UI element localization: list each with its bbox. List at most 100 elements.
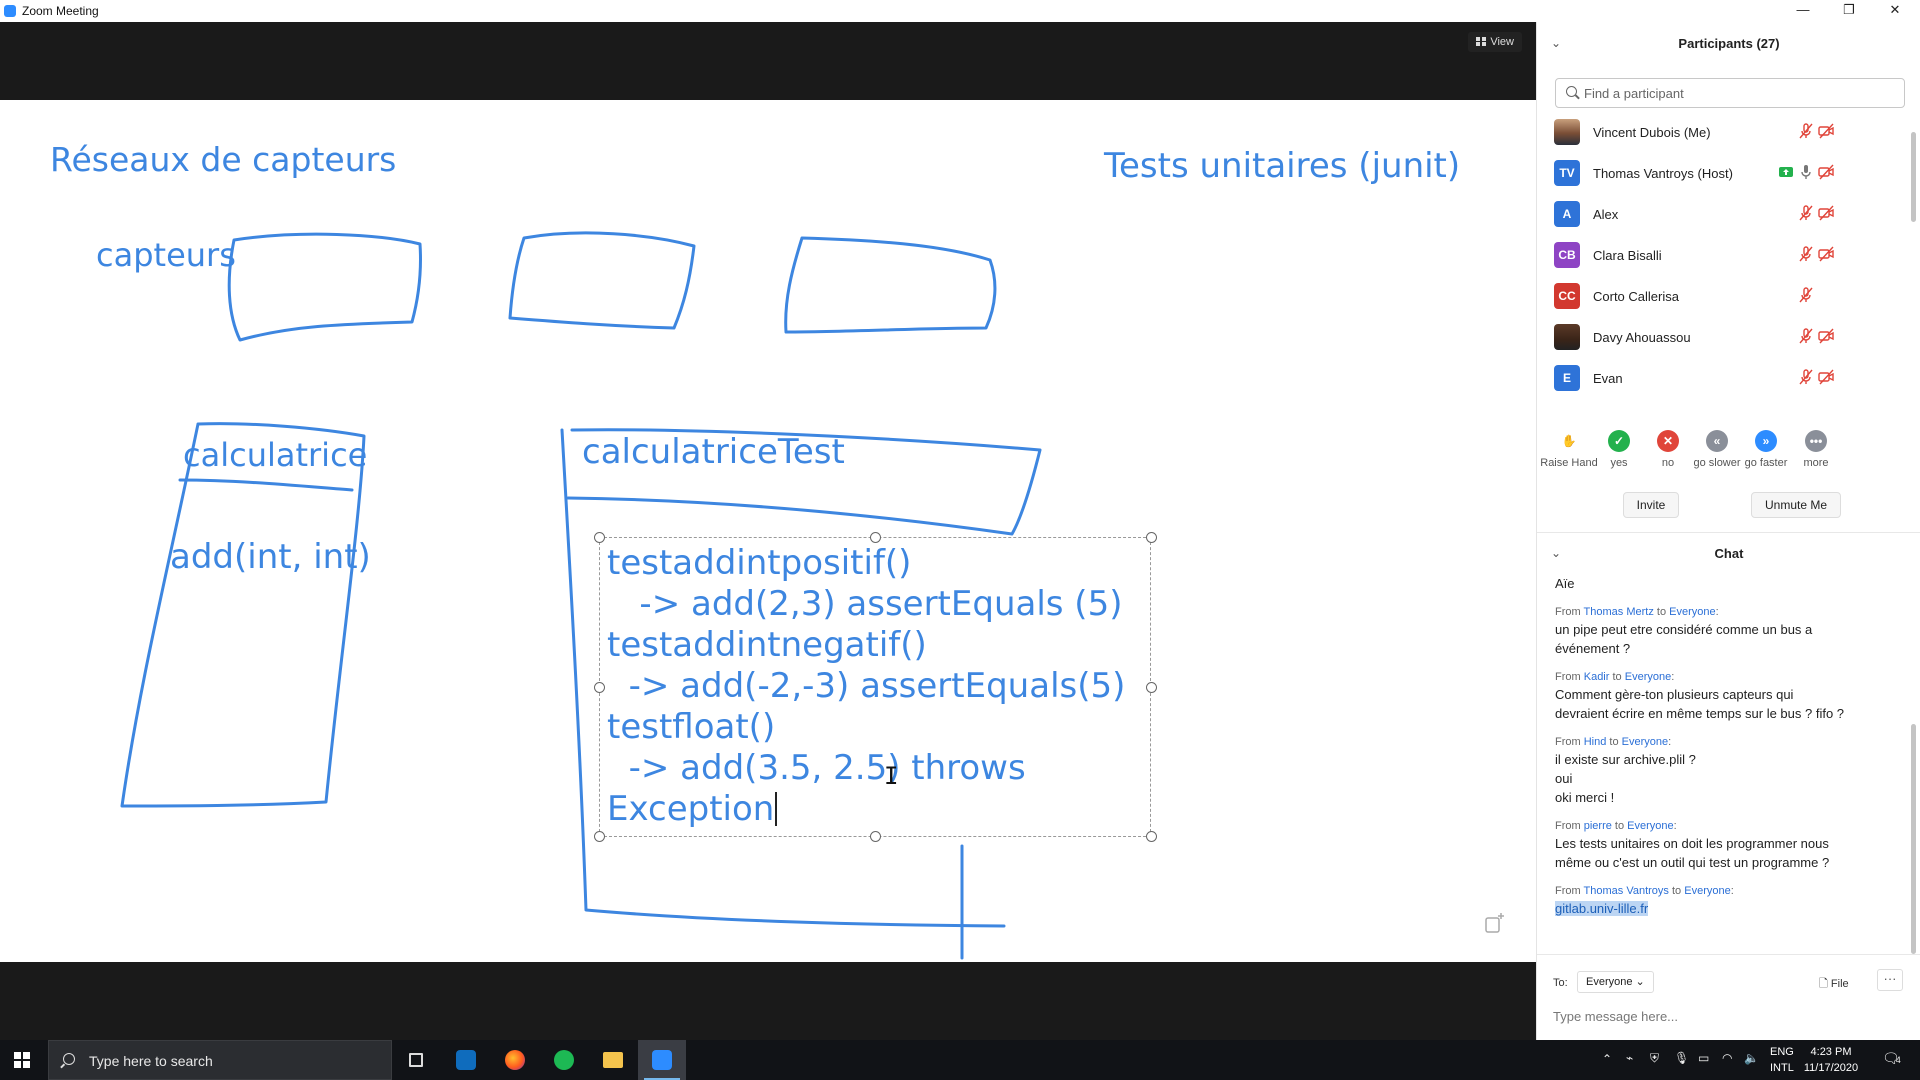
participant-row[interactable]: TV Thomas Vantroys (Host): [1537, 151, 1907, 192]
chat-composer: To: Everyone ⌄ 🗋 File ···: [1537, 954, 1920, 1040]
microphone-muted-icon: [1799, 123, 1813, 139]
participant-search-input[interactable]: [1582, 83, 1892, 103]
chat-line: un pipe peut etre considéré comme un bus…: [1555, 622, 1813, 637]
tray-chevron-up-icon[interactable]: ⌃: [1602, 1052, 1612, 1066]
resize-handle[interactable]: [870, 831, 881, 842]
spotify-icon[interactable]: [540, 1040, 588, 1080]
resize-handle[interactable]: [1146, 831, 1157, 842]
resize-handle[interactable]: [594, 831, 605, 842]
sender-name[interactable]: Thomas Vantroys: [1584, 885, 1669, 897]
chat-message: From Thomas Vantroys to Everyone: gitlab.…: [1555, 884, 1905, 918]
from-word: From: [1555, 736, 1581, 748]
recipient-name[interactable]: Everyone: [1627, 820, 1673, 832]
taskbar-search[interactable]: Type here to search: [48, 1040, 392, 1080]
chat-link[interactable]: gitlab.univ-lille.fr: [1555, 901, 1649, 916]
recipient-name[interactable]: Everyone: [1669, 606, 1715, 618]
text-caret: [775, 792, 778, 826]
chat-line: oui: [1555, 771, 1573, 786]
participant-name: Vincent Dubois (Me): [1593, 125, 1711, 140]
chat-message-text: oki merci !: [1555, 788, 1905, 807]
restore-button[interactable]: ❐: [1826, 0, 1872, 22]
recipient-name[interactable]: Everyone: [1684, 885, 1730, 897]
resize-handle[interactable]: [594, 532, 605, 543]
chat-more-button[interactable]: ···: [1877, 969, 1903, 991]
firefox-icon[interactable]: [491, 1040, 539, 1080]
recipient-name[interactable]: Everyone: [1622, 736, 1668, 748]
participant-row[interactable]: CB Clara Bisalli: [1537, 233, 1907, 274]
participant-row[interactable]: CC Corto Callerisa: [1537, 274, 1907, 315]
code-line-last: Exception: [607, 789, 1125, 830]
volume-icon[interactable]: 🔈: [1744, 1051, 1759, 1065]
view-button[interactable]: View: [1468, 32, 1522, 52]
sender-name[interactable]: Kadir: [1584, 671, 1610, 683]
sender-name[interactable]: Thomas Mertz: [1584, 606, 1654, 618]
chat-message-text[interactable]: gitlab.univ-lille.fr: [1555, 899, 1905, 918]
meeting-stage: View Réseaux de capteurs Tests unitaires…: [0, 22, 1536, 1040]
test-code-text[interactable]: testaddintpositif() -> add(2,3) assertEq…: [607, 543, 1125, 830]
to-word: to: [1671, 885, 1682, 897]
from-word: From: [1555, 606, 1581, 618]
whiteboard[interactable]: Réseaux de capteurs Tests unitaires (jun…: [0, 100, 1536, 962]
code-line: Exception: [607, 789, 775, 829]
search-icon: [1566, 86, 1577, 97]
chat-message-text: il existe sur archive.plil ?: [1555, 750, 1905, 769]
zoom-taskbar-icon[interactable]: [638, 1040, 686, 1080]
minimize-button[interactable]: —: [1780, 0, 1826, 22]
sensor-box-1: [227, 232, 422, 342]
file-button[interactable]: 🗋 File: [1819, 975, 1849, 994]
chat-message-text: Comment gère-ton plusieurs capteurs qui: [1555, 685, 1905, 704]
window-title: Zoom Meeting: [22, 4, 99, 18]
microphone-icon[interactable]: 🎙: [1674, 1051, 1689, 1065]
sender-name[interactable]: Hind: [1584, 736, 1607, 748]
participant-list: Vincent Dubois (Me) TV Thomas Vantroys (Ho…: [1537, 110, 1907, 397]
participants-scrollbar[interactable]: [1911, 132, 1916, 222]
chat-line: même ou c'est un outil qui test un progr…: [1555, 855, 1830, 870]
recipient-value: Everyone: [1586, 976, 1633, 988]
resize-handle[interactable]: [1146, 682, 1157, 693]
battery-icon[interactable]: ▭: [1698, 1051, 1709, 1065]
code-line: -> add(2,3) assertEquals (5): [607, 584, 1123, 624]
new-page-icon[interactable]: [1484, 912, 1506, 934]
unmute-me-button[interactable]: Unmute Me: [1751, 492, 1841, 518]
input-language[interactable]: ENG INTL: [1770, 1044, 1794, 1076]
chat-scrollbar[interactable]: [1911, 724, 1916, 954]
chat-message-text: même ou c'est un outil qui test un progr…: [1555, 853, 1905, 872]
microphone-muted-icon: [1799, 205, 1813, 221]
chat-title: Chat: [1714, 546, 1744, 561]
chat-message-input[interactable]: [1551, 1005, 1901, 1027]
participant-row[interactable]: Davy Ahouassou: [1537, 315, 1907, 356]
participant-row[interactable]: A Alex: [1537, 192, 1907, 233]
chat-line: devraient écrire en même temps sur le bu…: [1555, 706, 1845, 721]
clock-date: 11/17/2020: [1803, 1062, 1859, 1074]
recipient-select[interactable]: Everyone ⌄: [1577, 971, 1654, 993]
search-icon: [63, 1053, 75, 1065]
microphone-icon: [1801, 165, 1811, 179]
notification-center-icon[interactable]: 🗨4: [1882, 1050, 1901, 1067]
resize-handle[interactable]: [1146, 532, 1157, 543]
vpn-icon[interactable]: ⛨: [1650, 1051, 1659, 1066]
network-icon[interactable]: ⌁: [1626, 1051, 1633, 1065]
video-off-icon: [1818, 328, 1834, 344]
chat-message: From Thomas Mertz to Everyone: un pipe pe…: [1555, 605, 1905, 658]
file-explorer-icon[interactable]: [589, 1040, 637, 1080]
calculatrice-underline: [178, 478, 354, 492]
check-icon: ✓: [1608, 430, 1630, 452]
recipient-name[interactable]: Everyone: [1625, 671, 1671, 683]
video-off-icon: [1818, 164, 1834, 180]
close-button[interactable]: ✕: [1872, 0, 1918, 22]
task-view-icon[interactable]: [392, 1040, 440, 1080]
reaction-more-button[interactable]: ••• more: [1786, 430, 1846, 469]
participant-row[interactable]: Vincent Dubois (Me): [1537, 110, 1907, 151]
chat-line: Comment gère-ton plusieurs capteurs qui: [1555, 687, 1794, 702]
windows-start-icon[interactable]: [14, 1052, 30, 1068]
invite-button[interactable]: Invite: [1623, 492, 1679, 518]
sender-name[interactable]: pierre: [1584, 820, 1612, 832]
system-clock[interactable]: 4:23 PM 11/17/2020: [1798, 1044, 1864, 1076]
participant-row[interactable]: E Evan: [1537, 356, 1907, 397]
wifi-icon[interactable]: ◠: [1722, 1051, 1732, 1065]
resize-handle[interactable]: [594, 682, 605, 693]
resize-handle[interactable]: [870, 532, 881, 543]
participant-search[interactable]: [1555, 78, 1905, 108]
avatar: E: [1554, 365, 1580, 391]
outlook-icon[interactable]: [442, 1040, 490, 1080]
